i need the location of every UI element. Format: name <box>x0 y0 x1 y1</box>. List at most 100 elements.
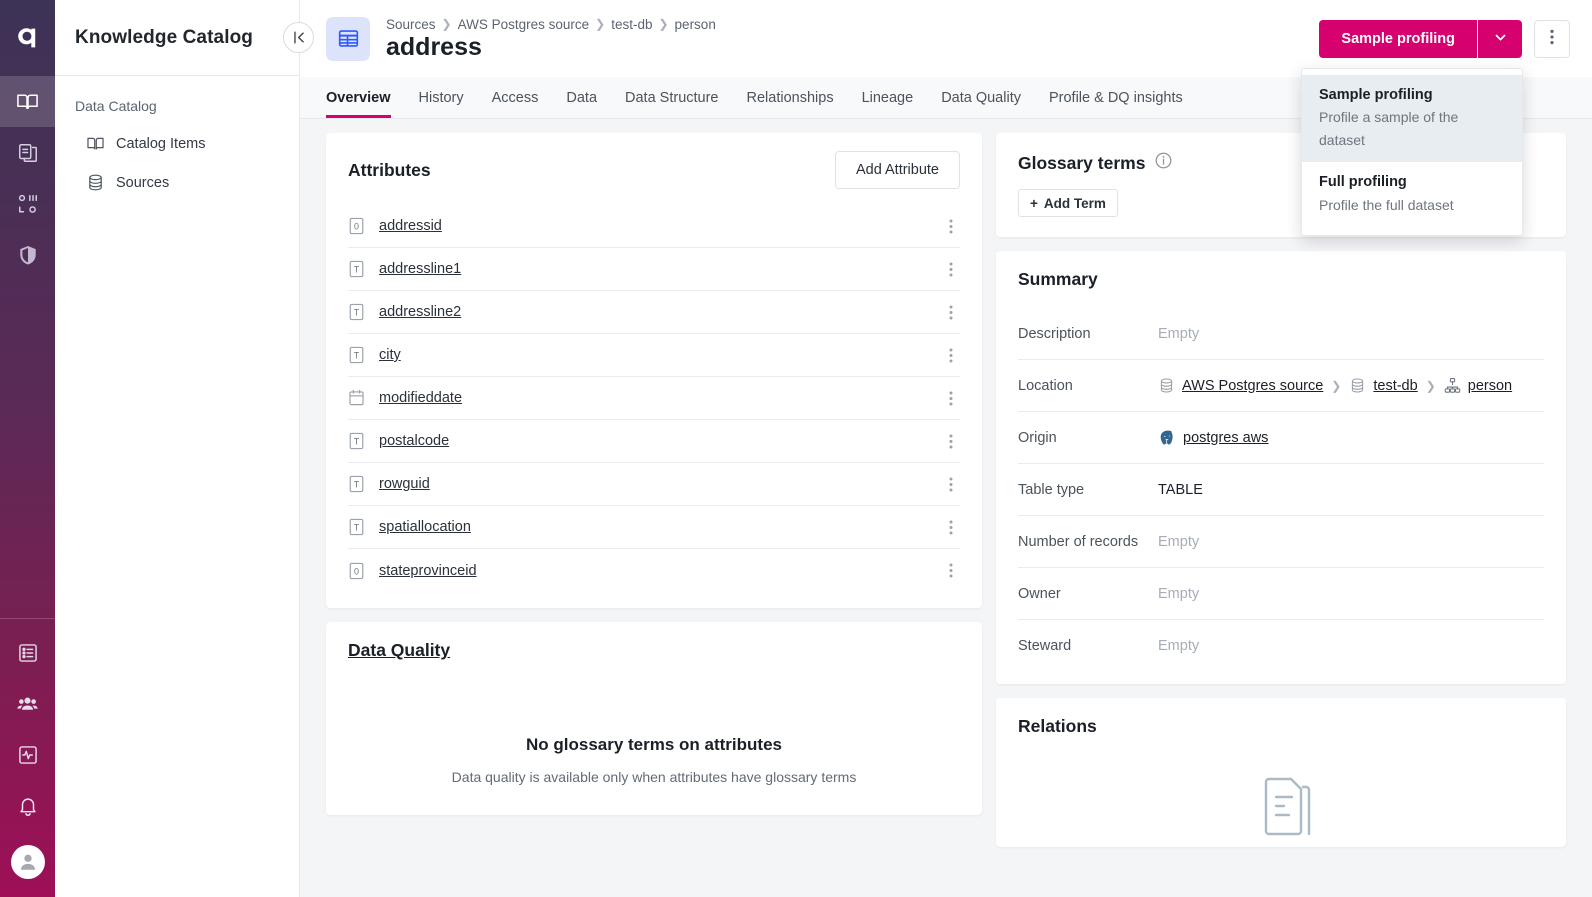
dropdown-item-full-profiling[interactable]: Full profiling Profile the full dataset <box>1302 162 1522 227</box>
text-type-icon: T <box>348 475 365 494</box>
summary-card: Summary Description Empty Location AWS Post… <box>996 251 1566 684</box>
attribute-name-link[interactable]: stateprovinceid <box>379 563 477 579</box>
summary-row-value: TABLE <box>1158 481 1203 498</box>
data-quality-card: Data Quality No glossary terms on attrib… <box>326 622 982 815</box>
attribute-row-menu-button[interactable] <box>942 391 960 406</box>
attribute-row-menu-button[interactable] <box>942 262 960 277</box>
breadcrumb-item-test-db[interactable]: test-db <box>611 17 652 32</box>
dropdown-item-title: Full profiling <box>1319 174 1407 191</box>
tab-overview[interactable]: Overview <box>326 77 405 118</box>
tab-data-quality[interactable]: Data Quality <box>927 77 1035 118</box>
info-icon[interactable] <box>1154 151 1173 175</box>
rail-divider <box>0 618 55 619</box>
origin-link[interactable]: postgres aws <box>1183 430 1268 446</box>
left-column: Attributes Add Attribute 0 addressid Taddr… <box>326 133 982 897</box>
profiling-dropdown-toggle[interactable] <box>1478 19 1522 58</box>
summary-rows: Description Empty Location AWS Postgres sou… <box>996 304 1566 684</box>
rail-item-notifications[interactable] <box>0 780 55 831</box>
data-quality-title[interactable]: Data Quality <box>348 640 450 661</box>
attribute-name-link[interactable]: postalcode <box>379 433 449 449</box>
location-link[interactable]: test-db <box>1373 378 1417 394</box>
attribute-row-menu-button[interactable] <box>942 348 960 363</box>
breadcrumb-item-aws-postgres-source[interactable]: AWS Postgres source <box>458 17 590 32</box>
rail-item-users[interactable] <box>0 678 55 729</box>
attribute-name-link[interactable]: addressid <box>379 218 442 234</box>
dropdown-item-sample-profiling[interactable]: Sample profiling Profile a sample of the… <box>1302 75 1522 163</box>
rail-item-data-processing[interactable] <box>0 178 55 229</box>
attribute-row-menu-button[interactable] <box>942 305 960 320</box>
summary-row-value: Empty <box>1158 585 1200 602</box>
add-term-label: Add Term <box>1043 195 1106 211</box>
ataccama-logo[interactable] <box>0 0 55 76</box>
attribute-row[interactable]: modifieddate <box>348 377 960 420</box>
sidebar-panel: Knowledge Catalog Data Catalog Catalog I… <box>55 0 300 897</box>
attribute-name-link[interactable]: addressline2 <box>379 304 461 320</box>
breadcrumb-item-sources[interactable]: Sources <box>386 17 436 32</box>
tab-history[interactable]: History <box>405 77 478 118</box>
attributes-card-header: Attributes Add Attribute <box>326 133 982 203</box>
sidebar-item-label: Sources <box>116 174 170 191</box>
sample-profiling-button[interactable]: Sample profiling <box>1319 19 1477 58</box>
app-rail <box>0 0 55 897</box>
user-avatar[interactable] <box>10 845 45 879</box>
svg-text:T: T <box>354 437 360 447</box>
location-link[interactable]: person <box>1468 378 1512 394</box>
attribute-name-link[interactable]: city <box>379 347 401 363</box>
text-type-icon: T <box>348 303 365 322</box>
tab-data-structure[interactable]: Data Structure <box>611 77 733 118</box>
attribute-row[interactable]: 0 addressid <box>348 205 960 248</box>
attribute-name-link[interactable]: spatiallocation <box>379 519 471 535</box>
breadcrumb-item-person[interactable]: person <box>675 17 716 32</box>
attribute-name-link[interactable]: addressline1 <box>379 261 461 277</box>
data-quality-empty-title: No glossary terms on attributes <box>525 735 782 754</box>
attribute-row[interactable]: 0 stateprovinceid <box>348 549 960 592</box>
sidebar-item-catalog-items[interactable]: Catalog Items <box>55 124 299 163</box>
postgresql-icon <box>1158 429 1176 447</box>
app-root: Knowledge Catalog Data Catalog Catalog I… <box>0 0 1592 897</box>
sidebar-item-label: Catalog Items <box>116 135 206 152</box>
summary-row: Location AWS Postgres source ❯ test-db ❯ pers… <box>1018 360 1544 412</box>
tab-data[interactable]: Data <box>552 77 611 118</box>
attribute-row[interactable]: Taddressline1 <box>348 248 960 291</box>
attribute-row-menu-button[interactable] <box>942 434 960 449</box>
tab-profile-dq-insights[interactable]: Profile & DQ insights <box>1035 77 1197 118</box>
tab-access[interactable]: Access <box>478 77 553 118</box>
tab-relationships[interactable]: Relationships <box>733 77 848 118</box>
data-quality-empty-subtitle: Data quality is available only when attr… <box>451 769 857 785</box>
attribute-row-menu-button[interactable] <box>942 219 960 234</box>
attribute-row-menu-button[interactable] <box>942 477 960 492</box>
database-icon <box>86 173 105 192</box>
attribute-row-menu-button[interactable] <box>942 520 960 535</box>
sidebar-item-sources[interactable]: Sources <box>55 163 299 202</box>
rail-item-data-stories[interactable] <box>0 127 55 178</box>
attribute-name-link[interactable]: rowguid <box>379 476 430 492</box>
rail-item-knowledge-catalog[interactable] <box>0 76 55 127</box>
attribute-row[interactable]: Tpostalcode <box>348 420 960 463</box>
entity-title-block: Sources ❯ AWS Postgres source ❯ test-db … <box>386 17 716 60</box>
tab-lineage[interactable]: Lineage <box>848 77 928 118</box>
collapse-sidebar-button[interactable] <box>283 22 314 53</box>
rail-item-data-privacy[interactable] <box>0 229 55 280</box>
attributes-list: 0 addressid Taddressline1 Taddressline2 Tcit… <box>326 203 982 608</box>
plus-icon: + <box>1030 195 1038 211</box>
location-link[interactable]: AWS Postgres source <box>1182 378 1323 394</box>
chevron-down-icon <box>1493 30 1508 48</box>
attribute-row-menu-button[interactable] <box>942 563 960 578</box>
summary-row-label: Owner <box>1018 585 1061 602</box>
svg-text:T: T <box>354 351 360 361</box>
attribute-row[interactable]: Trowguid <box>348 463 960 506</box>
text-type-icon: T <box>348 518 365 537</box>
more-actions-button[interactable] <box>1534 19 1570 58</box>
svg-text:T: T <box>354 265 360 275</box>
attribute-name-link[interactable]: modifieddate <box>379 390 462 406</box>
add-term-button[interactable]: + Add Term <box>1018 189 1118 217</box>
rail-item-tasks[interactable] <box>0 627 55 678</box>
attribute-row[interactable]: Tspatiallocation <box>348 506 960 549</box>
rail-item-monitoring[interactable] <box>0 729 55 780</box>
add-attribute-button[interactable]: Add Attribute <box>834 151 960 189</box>
number-type-icon: 0 <box>348 561 365 580</box>
attribute-row[interactable]: Taddressline2 <box>348 291 960 334</box>
relations-card-header: Relations <box>996 698 1566 751</box>
attribute-row[interactable]: Tcity <box>348 334 960 377</box>
svg-text:0: 0 <box>354 222 359 232</box>
